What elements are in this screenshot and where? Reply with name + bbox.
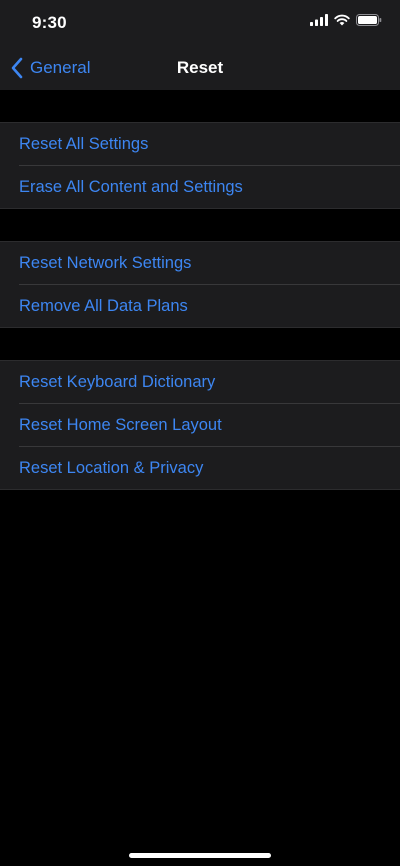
reset-all-settings-item[interactable]: Reset All Settings [0,123,400,165]
status-time: 9:30 [32,13,67,32]
cellular-signal-icon [310,13,328,31]
erase-all-content-item[interactable]: Erase All Content and Settings [0,165,400,208]
navigation-bar: General Reset [0,46,400,90]
reset-location-privacy-item[interactable]: Reset Location & Privacy [0,446,400,489]
reset-keyboard-dictionary-item[interactable]: Reset Keyboard Dictionary [0,361,400,403]
settings-group-2: Reset Network Settings Remove All Data P… [0,241,400,328]
settings-group-1: Reset All Settings Erase All Content and… [0,122,400,209]
reset-network-settings-item[interactable]: Reset Network Settings [0,242,400,284]
status-icons [310,13,382,31]
battery-icon [356,13,382,31]
page-title: Reset [176,58,224,77]
settings-group-3: Reset Keyboard Dictionary Reset Home Scr… [0,360,400,490]
remove-data-plans-item[interactable]: Remove All Data Plans [0,284,400,327]
wifi-icon [334,13,350,31]
status-bar: 9:30 [0,0,400,46]
reset-home-screen-layout-item[interactable]: Reset Home Screen Layout [0,403,400,446]
home-indicator[interactable] [129,853,271,858]
